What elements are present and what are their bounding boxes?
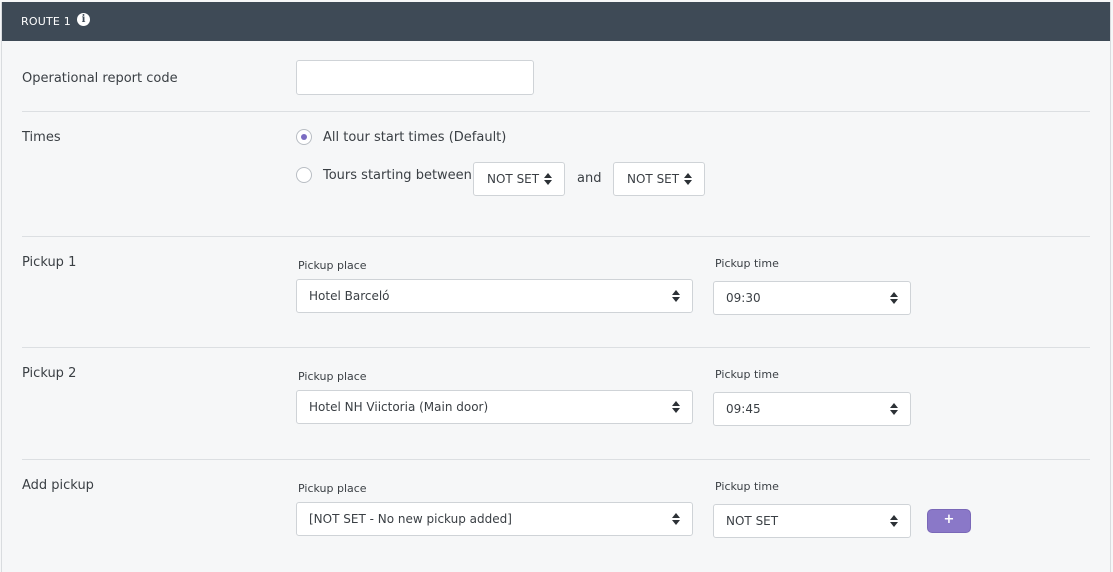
sort-caret-icon — [890, 403, 898, 415]
divider — [22, 459, 1090, 460]
sort-caret-icon — [684, 173, 692, 185]
start-time-to-select[interactable]: NOT SET — [613, 162, 705, 196]
radio-tours-between-label: Tours starting between — [323, 168, 472, 183]
pickup-2-time-select[interactable]: 09:45 — [713, 392, 911, 426]
pickup-2-time-value: 09:45 — [726, 402, 761, 416]
pickup-1-place-value: Hotel Barceló — [309, 289, 390, 303]
divider — [22, 347, 1090, 348]
pickup-1-time-label: Pickup time — [715, 257, 779, 270]
operational-report-input[interactable] — [296, 60, 534, 95]
times-label: Times — [22, 130, 61, 145]
add-pickup-time-value: NOT SET — [726, 514, 779, 528]
pickup-2-time-label: Pickup time — [715, 368, 779, 381]
pickup-2-place-select[interactable]: Hotel NH Viictoria (Main door) — [296, 390, 693, 424]
radio-all-start-times[interactable] — [296, 129, 312, 145]
start-time-from-value: NOT SET — [487, 172, 540, 186]
add-pickup-label: Add pickup — [22, 478, 94, 493]
add-pickup-time-select[interactable]: NOT SET — [713, 504, 911, 538]
sort-caret-icon — [672, 290, 680, 302]
sort-caret-icon — [672, 513, 680, 525]
add-pickup-place-value: [NOT SET - No new pickup added] — [309, 512, 512, 526]
add-pickup-time-label: Pickup time — [715, 480, 779, 493]
route-title: ROUTE 1 — [21, 15, 71, 28]
pickup-2-place-label: Pickup place — [298, 370, 367, 383]
radio-tours-between[interactable] — [296, 167, 312, 183]
pickup-2-place-value: Hotel NH Viictoria (Main door) — [309, 400, 489, 414]
add-pickup-button[interactable]: + — [927, 509, 971, 533]
sort-caret-icon — [544, 173, 552, 185]
pickup-2-label: Pickup 2 — [22, 366, 77, 381]
start-time-to-value: NOT SET — [627, 172, 680, 186]
sort-caret-icon — [890, 515, 898, 527]
pickup-1-time-select[interactable]: 09:30 — [713, 281, 911, 315]
divider — [22, 111, 1090, 112]
pickup-1-label: Pickup 1 — [22, 255, 77, 270]
add-pickup-place-label: Pickup place — [298, 482, 367, 495]
operational-report-label: Operational report code — [22, 71, 178, 86]
pickup-1-place-select[interactable]: Hotel Barceló — [296, 279, 693, 313]
and-label: and — [577, 171, 602, 186]
route-header: ROUTE 1 i — [2, 2, 1110, 41]
add-pickup-place-select[interactable]: [NOT SET - No new pickup added] — [296, 502, 693, 536]
radio-all-start-times-label: All tour start times (Default) — [323, 130, 507, 145]
sort-caret-icon — [672, 401, 680, 413]
pickup-1-place-label: Pickup place — [298, 259, 367, 272]
info-icon[interactable]: i — [77, 13, 90, 26]
start-time-from-select[interactable]: NOT SET — [473, 162, 565, 196]
sort-caret-icon — [890, 292, 898, 304]
divider — [22, 236, 1090, 237]
pickup-1-time-value: 09:30 — [726, 291, 761, 305]
route-panel: ROUTE 1 i Operational report code Times … — [1, 2, 1111, 572]
